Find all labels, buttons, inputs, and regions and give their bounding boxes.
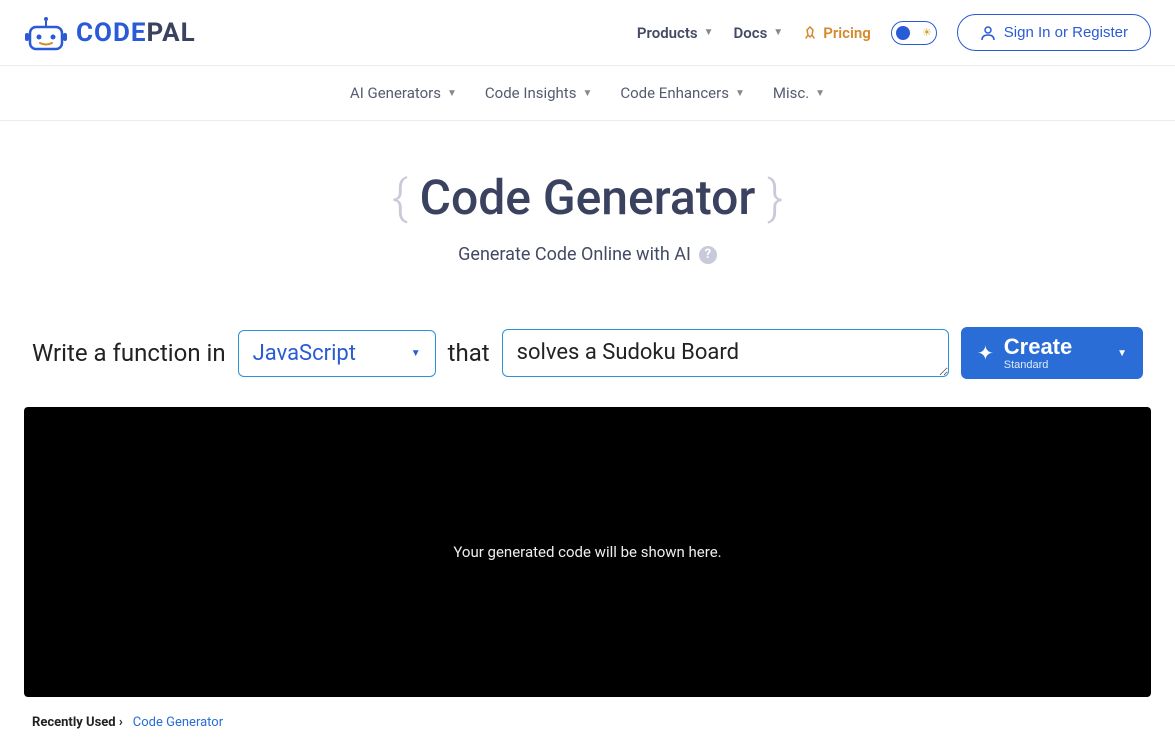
language-select[interactable]: JavaScript ▼	[238, 330, 436, 377]
code-output: Your generated code will be shown here.	[24, 407, 1151, 697]
subnav-code-insights[interactable]: Code Insights▼	[485, 84, 592, 102]
user-icon	[980, 25, 996, 41]
prompt-input[interactable]	[502, 329, 949, 377]
subnav: AI Generators▼ Code Insights▼ Code Enhan…	[0, 66, 1175, 121]
create-button[interactable]: ✦ Create Standard ▼	[961, 327, 1143, 379]
form-mid-label: that	[448, 339, 490, 367]
recently-used: Recently Used › Code Generator	[24, 697, 1151, 748]
nav-products[interactable]: Products▼	[637, 24, 714, 42]
theme-toggle[interactable]: ☀	[891, 21, 937, 45]
generator-form: Write a function in JavaScript ▼ that ✦ …	[24, 327, 1151, 379]
subnav-ai-generators[interactable]: AI Generators▼	[350, 84, 457, 102]
main: { Code Generator } Generate Code Online …	[0, 121, 1175, 748]
chevron-down-icon: ▼	[735, 88, 745, 99]
brace-open: {	[392, 169, 408, 226]
logo[interactable]: CODEPAL	[24, 15, 196, 51]
form-prefix-label: Write a function in	[32, 339, 226, 367]
nav-right: Products▼ Docs▼ Pricing ☀ Sign In or Reg…	[637, 14, 1151, 51]
chevron-down-icon: ▼	[582, 88, 592, 99]
caret-down-icon: ▼	[411, 348, 421, 359]
header: CODEPAL Products▼ Docs▼ Pricing ☀ Sign I…	[0, 0, 1175, 66]
caret-down-icon: ▼	[1117, 348, 1127, 359]
chevron-down-icon: ▼	[447, 88, 457, 99]
output-placeholder: Your generated code will be shown here.	[453, 543, 721, 561]
logo-text: CODEPAL	[76, 18, 196, 48]
robot-icon	[24, 15, 68, 51]
toggle-dot	[896, 26, 910, 40]
recently-used-link[interactable]: Code Generator	[133, 715, 223, 730]
sparkle-icon: ✦	[977, 341, 994, 366]
rocket-icon	[803, 26, 817, 40]
page-title: { Code Generator }	[24, 169, 1151, 226]
chevron-down-icon: ▼	[704, 27, 714, 38]
subnav-code-enhancers[interactable]: Code Enhancers▼	[620, 84, 745, 102]
signin-button[interactable]: Sign In or Register	[957, 14, 1151, 51]
subnav-misc[interactable]: Misc.▼	[773, 84, 825, 102]
sun-icon: ☀	[922, 26, 932, 39]
recently-used-label: Recently Used ›	[32, 715, 123, 730]
page-subtitle: Generate Code Online with AI ?	[24, 244, 1151, 265]
brace-close: }	[767, 169, 783, 226]
nav-docs[interactable]: Docs▼	[734, 24, 784, 42]
chevron-down-icon: ▼	[773, 27, 783, 38]
nav-pricing[interactable]: Pricing	[803, 24, 871, 42]
help-icon[interactable]: ?	[699, 246, 717, 264]
chevron-down-icon: ▼	[815, 88, 825, 99]
